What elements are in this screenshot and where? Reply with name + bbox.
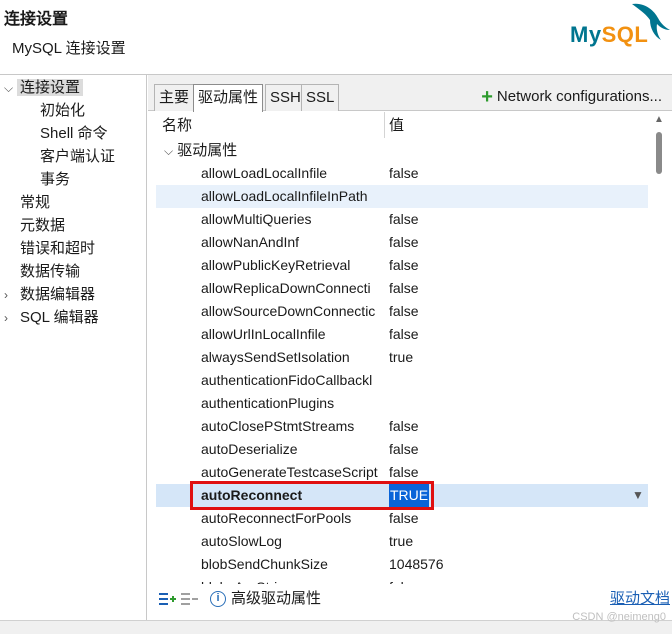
column-header-value[interactable]: 值 bbox=[389, 114, 404, 138]
table-row[interactable]: allowNanAndInf false bbox=[156, 231, 648, 254]
table-row[interactable]: blobSendChunkSize 1048576 bbox=[156, 553, 648, 576]
table-row[interactable]: autoDeserialize false bbox=[156, 438, 648, 461]
table-row[interactable]: autoClosePStmtStreams false bbox=[156, 415, 648, 438]
nav-item-general[interactable]: 常规 bbox=[20, 192, 50, 214]
nav-item-data-transfer[interactable]: 数据传输 bbox=[20, 261, 80, 283]
tab-bar: 主要 驱动属性 SSH SSL + Network configurations.… bbox=[148, 75, 672, 112]
info-icon: i bbox=[210, 591, 226, 607]
table-row[interactable]: allowUrlInLocalInfile false bbox=[156, 323, 648, 346]
table-row[interactable]: blobsAreStringsfalse bbox=[156, 576, 648, 584]
table-row[interactable]: authenticationPlugins bbox=[156, 392, 648, 415]
table-row[interactable]: alwaysSendSetIsolation true bbox=[156, 346, 648, 369]
watermark: CSDN @neimeng0 bbox=[572, 611, 666, 623]
nav-item-sql-editor[interactable]: SQL 编辑器 bbox=[20, 307, 99, 329]
add-property-icon[interactable] bbox=[158, 590, 176, 608]
tab-ssh[interactable]: SSH bbox=[265, 84, 306, 111]
table-row[interactable]: autoReconnectForPools false bbox=[156, 507, 648, 530]
table-row[interactable]: allowMultiQueries false bbox=[156, 208, 648, 231]
properties-toolbar: i 高级驱动属性 驱动文档 bbox=[148, 584, 672, 614]
tab-driver-properties[interactable]: 驱动属性 bbox=[193, 84, 264, 112]
mysql-logo-text: MySQL bbox=[570, 22, 649, 47]
settings-nav: ⌵ 连接设置 初始化 Shell 命令 客户端认证 事务 常规 元数据 错误和超… bbox=[0, 75, 147, 620]
nav-item-transactions[interactable]: 事务 bbox=[40, 169, 70, 191]
chevron-right-icon[interactable]: › bbox=[4, 284, 14, 306]
remove-property-icon[interactable] bbox=[180, 590, 198, 608]
network-configurations-button[interactable]: + Network configurations... bbox=[481, 85, 662, 109]
nav-item-metadata[interactable]: 元数据 bbox=[20, 215, 65, 237]
highlight-annotation bbox=[190, 481, 434, 510]
scroll-up-icon[interactable]: ▲ bbox=[653, 114, 665, 126]
nav-item-connection-settings[interactable]: 连接设置 bbox=[17, 77, 84, 99]
table-row[interactable]: authenticationFidoCallbackl bbox=[156, 369, 648, 392]
nav-item-errors-timeouts[interactable]: 错误和超时 bbox=[20, 238, 95, 260]
table-row[interactable]: allowLoadLocalInfileInPath bbox=[156, 185, 648, 208]
table-row[interactable]: allowLoadLocalInfile false bbox=[156, 162, 648, 185]
tab-ssl[interactable]: SSL bbox=[301, 84, 340, 111]
dropdown-arrow-icon[interactable]: ▼ bbox=[630, 484, 646, 507]
table-row[interactable]: allowSourceDownConnectic false bbox=[156, 300, 648, 323]
mysql-logo: MySQL bbox=[566, 0, 672, 56]
column-header-name[interactable]: 名称 bbox=[162, 114, 192, 138]
table-row[interactable]: allowPublicKeyRetrieval false bbox=[156, 254, 648, 277]
nav-item-init[interactable]: 初始化 bbox=[40, 100, 85, 122]
nav-item-client-auth[interactable]: 客户端认证 bbox=[40, 146, 115, 168]
driver-properties-table: 名称 值 ⌵ 驱动属性 allowLoadLocalInfile false al… bbox=[156, 112, 648, 584]
tab-main[interactable]: 主要 bbox=[154, 84, 195, 111]
settings-panel: 主要 驱动属性 SSH SSL + Network configurations.… bbox=[148, 75, 672, 620]
property-group[interactable]: ⌵ 驱动属性 bbox=[164, 139, 237, 162]
table-row[interactable]: allowReplicaDownConnecti false bbox=[156, 277, 648, 300]
page-title: 连接设置 bbox=[4, 11, 69, 28]
table-row[interactable]: autoSlowLog true bbox=[156, 530, 648, 553]
column-divider[interactable] bbox=[384, 112, 385, 138]
status-bar bbox=[0, 620, 672, 634]
nav-item-data-editor[interactable]: 数据编辑器 bbox=[20, 284, 95, 306]
dialog-header: 连接设置 MySQL 连接设置 MySQL bbox=[0, 0, 672, 74]
vertical-scrollbar[interactable]: ▲ bbox=[652, 112, 666, 584]
scrollbar-thumb[interactable] bbox=[656, 132, 662, 174]
chevron-right-icon[interactable]: › bbox=[4, 307, 14, 329]
nav-item-shell-commands[interactable]: Shell 命令 bbox=[40, 123, 108, 145]
page-subtitle: MySQL 连接设置 bbox=[12, 40, 126, 57]
chevron-down-icon: ⌵ bbox=[164, 144, 174, 158]
chevron-down-icon[interactable]: ⌵ bbox=[4, 77, 14, 99]
driver-docs-link[interactable]: 驱动文档 bbox=[610, 588, 670, 610]
plus-icon: + bbox=[481, 86, 493, 108]
advanced-driver-properties-label[interactable]: 高级驱动属性 bbox=[231, 588, 321, 610]
